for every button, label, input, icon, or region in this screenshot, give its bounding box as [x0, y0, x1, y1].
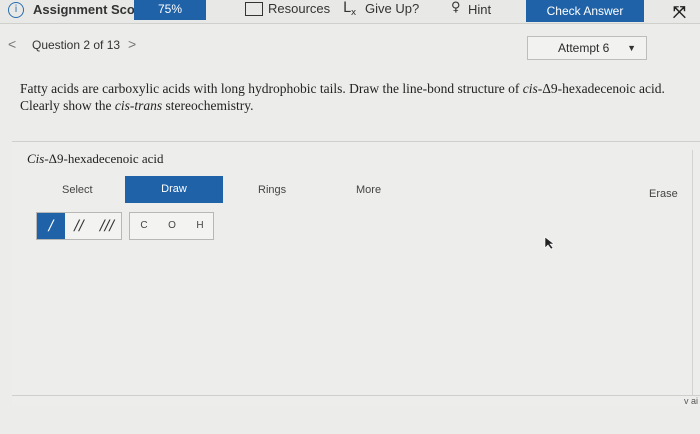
attempt-label: Attempt 6: [558, 41, 610, 55]
rings-tool-tab[interactable]: Rings: [258, 184, 286, 196]
question-text: Fatty acids are carboxylic acids with lo…: [20, 81, 665, 113]
double-bond-button[interactable]: //: [65, 213, 93, 239]
canvas-bottom-border: [12, 395, 700, 396]
question-nav: < Question 2 of 13 > Attempt 6 ▼: [0, 36, 700, 60]
resources-link[interactable]: Resources: [268, 1, 330, 16]
info-icon[interactable]: i: [8, 2, 24, 18]
single-bond-button[interactable]: /: [37, 213, 65, 239]
mouse-cursor-icon: [544, 236, 555, 250]
hydrogen-atom-button[interactable]: H: [186, 213, 214, 239]
check-answer-button[interactable]: Check Answer: [526, 0, 644, 22]
atom-tool-group: C O H: [129, 212, 214, 240]
triple-bond-button[interactable]: ///: [93, 213, 121, 239]
panel-title: Cis-Δ9-hexadecenoic acid: [27, 151, 164, 166]
chevron-down-icon: ▼: [627, 43, 636, 53]
resources-icon[interactable]: [245, 2, 263, 16]
previous-question-icon[interactable]: <: [8, 36, 16, 52]
give-up-link[interactable]: Give Up?: [365, 1, 419, 16]
bond-tool-group: / // ///: [36, 212, 122, 240]
top-bar: i Assignment Score: 75% Resources Lx Giv…: [0, 0, 700, 24]
lightbulb-icon[interactable]: ♀: [451, 0, 461, 15]
next-question-icon[interactable]: >: [128, 36, 136, 52]
more-tool-tab[interactable]: More: [356, 184, 381, 196]
hint-link[interactable]: Hint: [468, 2, 491, 17]
drawing-toolbar: Select Draw Rings More Erase: [12, 176, 700, 204]
select-tool-tab[interactable]: Select: [62, 184, 93, 196]
expand-icon[interactable]: ⤧: [673, 2, 686, 22]
erase-tool-tab[interactable]: Erase: [649, 188, 678, 200]
carbon-atom-button[interactable]: C: [130, 213, 158, 239]
assignment-score-value: 75%: [134, 0, 206, 20]
attempt-dropdown[interactable]: Attempt 6 ▼: [527, 36, 647, 60]
oxygen-atom-button[interactable]: O: [158, 213, 186, 239]
question-counter: Question 2 of 13: [32, 38, 121, 52]
give-up-icon[interactable]: Lx: [343, 0, 356, 18]
clipped-text: v ai: [684, 396, 699, 406]
draw-tool-tab[interactable]: Draw: [125, 176, 223, 203]
